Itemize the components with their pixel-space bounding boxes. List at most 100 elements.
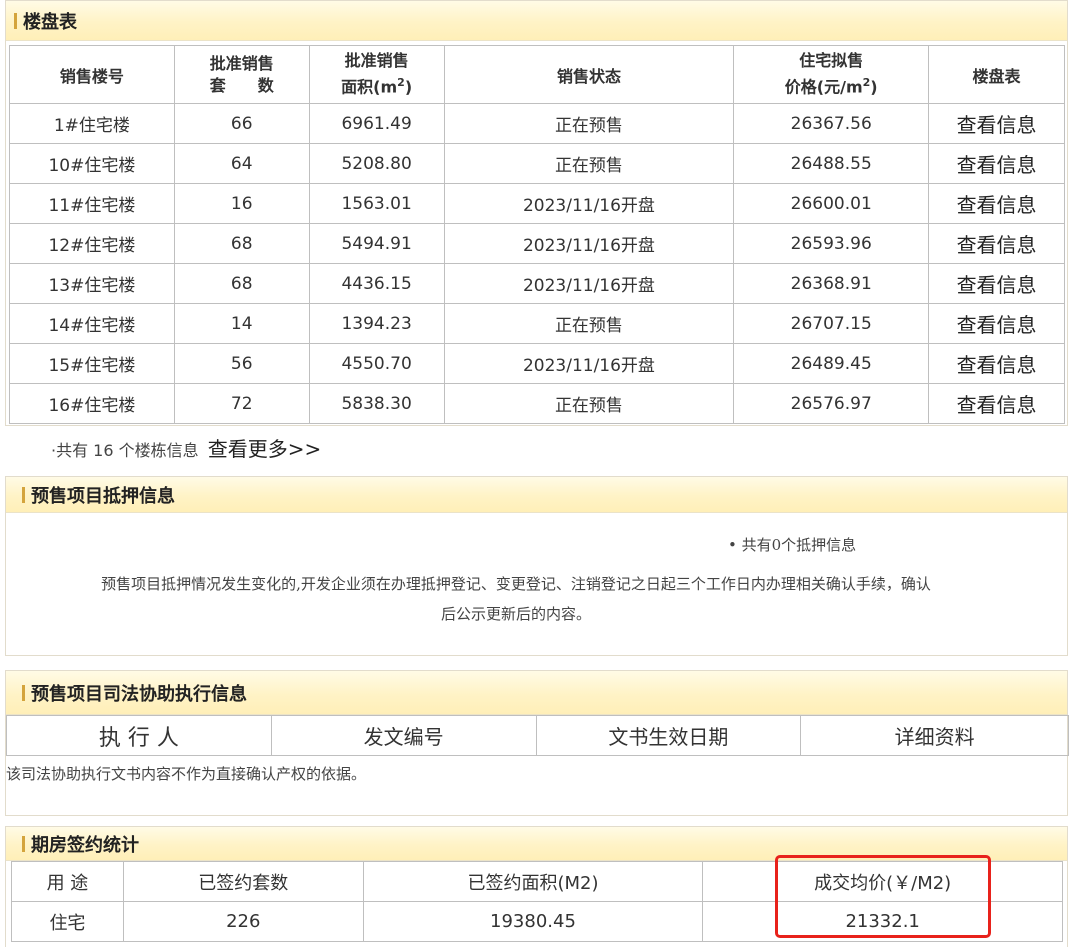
table-row: 14#住宅楼 14 1394.23 正在预售 26707.15 查看信息 <box>9 303 1065 344</box>
col-use: 用 途 <box>11 861 124 902</box>
cell-sale-status: 2023/11/16开盘 <box>443 263 735 304</box>
cell-approved-area: 6961.49 <box>308 103 445 144</box>
building-table-header-row: 销售楼号 批准销售 套 数 批准销售 面积(m2) 销售状态 住宅拟售 价格(元… <box>9 45 1065 104</box>
cell-signed-units: 226 <box>122 901 364 942</box>
cell-building-no: 11#住宅楼 <box>9 183 175 224</box>
view-info-link[interactable]: 查看信息 <box>928 383 1065 424</box>
col-approved-area-line2: 面积(m <box>341 77 398 97</box>
col-approved-units-line2: 套 数 <box>209 75 274 95</box>
section-marker-icon <box>22 835 25 852</box>
table-row: 16#住宅楼 72 5838.30 正在预售 26576.97 查看信息 <box>9 383 1065 424</box>
cell-building-no: 16#住宅楼 <box>9 383 175 424</box>
cell-approved-area: 4550.70 <box>308 343 445 384</box>
cell-approved-units: 68 <box>173 263 310 304</box>
cell-proposed-price: 26576.97 <box>733 383 930 424</box>
cell-avg-price: 21332.1 <box>702 901 1063 942</box>
cell-sale-status: 正在预售 <box>443 383 735 424</box>
cell-building-no: 13#住宅楼 <box>9 263 175 304</box>
col-approved-area-sup: 2 <box>397 76 405 90</box>
col-detail: 楼盘表 <box>928 45 1065 104</box>
cell-use: 住宅 <box>11 901 124 942</box>
judicial-header: 预售项目司法协助执行信息 <box>6 671 1067 715</box>
cell-building-no: 12#住宅楼 <box>9 223 175 264</box>
building-table-footer: ·共有 16 个楼栋信息 查看更多>> <box>51 433 321 462</box>
cell-proposed-price: 26707.15 <box>733 303 930 344</box>
view-info-link[interactable]: 查看信息 <box>928 343 1065 384</box>
mortgage-notice: 预售项目抵押情况发生变化的,开发企业须在办理抵押登记、变更登记、注销登记之日起三… <box>6 569 1026 629</box>
view-more-link[interactable]: 查看更多>> <box>208 437 322 461</box>
cell-approved-area: 5494.91 <box>308 223 445 264</box>
section-marker-icon <box>22 684 25 701</box>
mortgage-header: 预售项目抵押信息 <box>6 477 1067 513</box>
judicial-table: 执 行 人 发文编号 文书生效日期 详细资料 <box>6 715 1069 756</box>
cell-proposed-price: 26367.56 <box>733 103 930 144</box>
cell-proposed-price: 26600.01 <box>733 183 930 224</box>
view-info-link[interactable]: 查看信息 <box>928 183 1065 224</box>
cell-signed-area: 19380.45 <box>362 901 704 942</box>
contract-stats-title: 期房签约统计 <box>31 834 139 856</box>
mortgage-panel: 预售项目抵押信息 • 共有0个抵押信息 预售项目抵押情况发生变化的,开发企业须在… <box>5 476 1068 656</box>
cell-approved-area: 5208.80 <box>308 143 445 184</box>
contract-stats-panel: 期房签约统计 用 途 已签约套数 已签约面积(M2) 成交均价(￥/M2) 住宅… <box>5 826 1068 947</box>
cell-approved-area: 5838.30 <box>308 383 445 424</box>
building-table: 销售楼号 批准销售 套 数 批准销售 面积(m2) 销售状态 住宅拟售 价格(元… <box>9 45 1065 424</box>
col-building-no: 销售楼号 <box>9 45 175 104</box>
cell-approved-units: 56 <box>173 343 310 384</box>
col-approved-units: 批准销售 套 数 <box>173 45 310 104</box>
cell-approved-area: 4436.15 <box>308 263 445 304</box>
col-proposed-price-line1: 住宅拟售 <box>799 51 864 71</box>
table-row: 1#住宅楼 66 6961.49 正在预售 26367.56 查看信息 <box>9 103 1065 144</box>
col-effective-date: 文书生效日期 <box>535 715 802 756</box>
cell-approved-area: 1563.01 <box>308 183 445 224</box>
table-row: 12#住宅楼 68 5494.91 2023/11/16开盘 26593.96 查看信息 <box>9 223 1065 264</box>
col-approved-area: 批准销售 面积(m2) <box>308 45 445 104</box>
cell-proposed-price: 26368.91 <box>733 263 930 304</box>
table-row: 住宅 226 19380.45 21332.1 <box>11 901 1063 942</box>
building-table-header: 楼盘表 <box>6 1 1067 41</box>
col-signed-area: 已签约面积(M2) <box>362 861 704 902</box>
cell-approved-units: 68 <box>173 223 310 264</box>
cell-sale-status: 正在预售 <box>443 143 735 184</box>
contract-stats-header: 期房签约统计 <box>6 827 1067 861</box>
cell-sale-status: 2023/11/16开盘 <box>443 183 735 224</box>
col-approved-area-line1: 批准销售 <box>344 51 409 71</box>
table-row: 10#住宅楼 64 5208.80 正在预售 26488.55 查看信息 <box>9 143 1065 184</box>
building-table-panel: 楼盘表 销售楼号 批准销售 套 数 批准销售 面积(m2) 销售状态 住宅拟售 <box>5 0 1068 461</box>
view-info-link[interactable]: 查看信息 <box>928 143 1065 184</box>
judicial-panel: 预售项目司法协助执行信息 执 行 人 发文编号 文书生效日期 详细资料 该司法协… <box>5 670 1069 816</box>
mortgage-notice-line1: 预售项目抵押情况发生变化的,开发企业须在办理抵押登记、变更登记、注销登记之日起三… <box>101 575 931 593</box>
col-avg-price: 成交均价(￥/M2) <box>702 861 1063 902</box>
table-row: 15#住宅楼 56 4550.70 2023/11/16开盘 26489.45 查看信息 <box>9 343 1065 384</box>
view-info-link[interactable]: 查看信息 <box>928 303 1065 344</box>
table-row: 13#住宅楼 68 4436.15 2023/11/16开盘 26368.91 查看信息 <box>9 263 1065 304</box>
table-row: 11#住宅楼 16 1563.01 2023/11/16开盘 26600.01 查看信息 <box>9 183 1065 224</box>
view-info-link[interactable]: 查看信息 <box>928 263 1065 304</box>
cell-approved-units: 72 <box>173 383 310 424</box>
section-marker-icon <box>22 486 25 503</box>
cell-proposed-price: 26489.45 <box>733 343 930 384</box>
col-proposed-price-close: ) <box>870 77 878 97</box>
judicial-header-row: 执 行 人 发文编号 文书生效日期 详细资料 <box>6 715 1069 756</box>
cell-sale-status: 正在预售 <box>443 103 735 144</box>
col-approved-units-line1: 批准销售 <box>209 53 274 73</box>
col-details: 详细资料 <box>800 715 1069 756</box>
cell-approved-units: 14 <box>173 303 310 344</box>
cell-approved-units: 66 <box>173 103 310 144</box>
building-table-title: 楼盘表 <box>23 11 77 33</box>
building-table-body: 1#住宅楼 66 6961.49 正在预售 26367.56 查看信息 10#住宅楼 64 52… <box>9 103 1065 424</box>
cell-building-no: 14#住宅楼 <box>9 303 175 344</box>
cell-sale-status: 2023/11/16开盘 <box>443 343 735 384</box>
col-document-no: 发文编号 <box>270 715 537 756</box>
col-approved-area-close: ) <box>404 77 413 97</box>
cell-approved-units: 16 <box>173 183 310 224</box>
cell-building-no: 15#住宅楼 <box>9 343 175 384</box>
col-sale-status: 销售状态 <box>443 45 735 104</box>
mortgage-title: 预售项目抵押信息 <box>31 485 175 507</box>
view-info-link[interactable]: 查看信息 <box>928 223 1065 264</box>
view-info-link[interactable]: 查看信息 <box>928 103 1065 144</box>
cell-approved-area: 1394.23 <box>308 303 445 344</box>
judicial-note: 该司法协助执行文书内容不作为直接确认产权的依据。 <box>6 765 367 783</box>
mortgage-notice-line2: 后公示更新后的内容。 <box>440 605 591 623</box>
contract-stats-header-row: 用 途 已签约套数 已签约面积(M2) 成交均价(￥/M2) <box>11 861 1063 902</box>
cell-proposed-price: 26593.96 <box>733 223 930 264</box>
